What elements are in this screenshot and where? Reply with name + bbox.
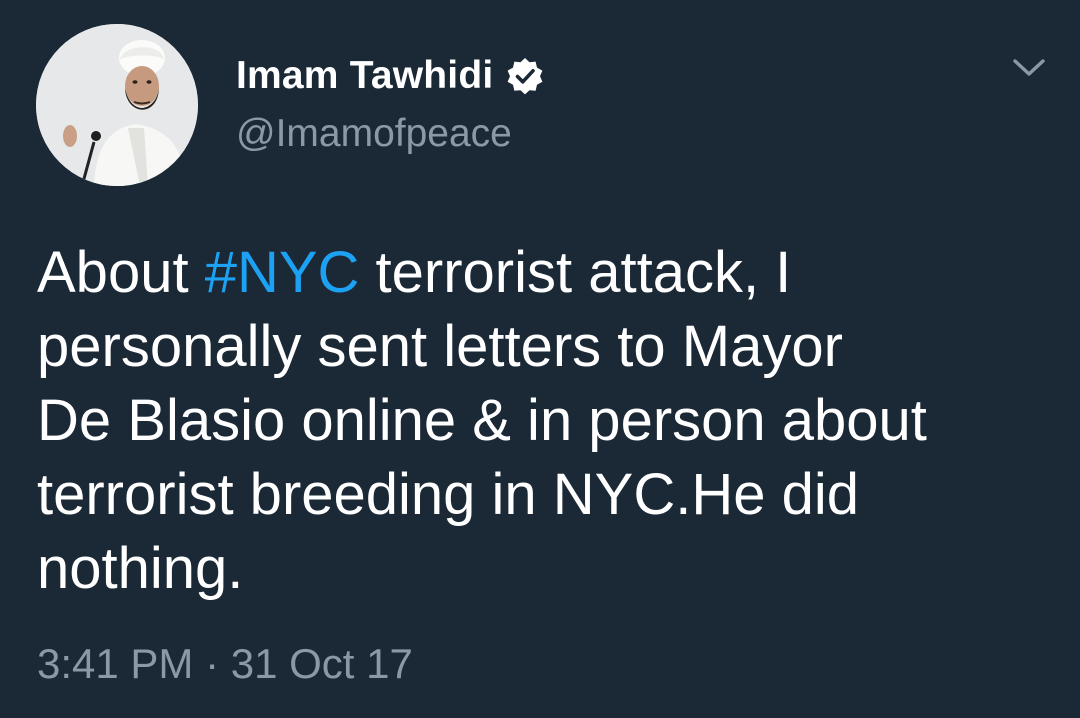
- chevron-down-icon[interactable]: [1012, 52, 1046, 82]
- tweet-text-segment: terrorist attack, I: [359, 240, 792, 305]
- tweet-line: De Blasio online & in person about: [37, 388, 927, 453]
- tweet-line: personally sent letters to Mayor: [37, 314, 843, 379]
- tweet-line: nothing.: [37, 536, 244, 601]
- hashtag-link[interactable]: #NYC: [205, 240, 360, 305]
- tweet-timestamp[interactable]: 3:41 PM · 31 Oct 17: [37, 640, 413, 688]
- tweet-text-segment: About: [37, 240, 205, 305]
- avatar-image: [36, 24, 198, 186]
- tweet-line: About #NYC terrorist attack, I: [37, 236, 1057, 310]
- tweet-text: About #NYC terrorist attack, I personall…: [37, 236, 1057, 606]
- tweet-line: terrorist breeding in NYC.He did: [37, 462, 860, 527]
- verified-badge-icon: [505, 56, 545, 96]
- tweet-card: Imam Tawhidi @Imamofpeace About #NYC ter…: [0, 0, 1080, 718]
- display-name[interactable]: Imam Tawhidi: [236, 54, 493, 98]
- user-handle[interactable]: @Imamofpeace: [236, 112, 512, 156]
- avatar[interactable]: [36, 24, 198, 186]
- author-name-row: Imam Tawhidi: [236, 48, 545, 104]
